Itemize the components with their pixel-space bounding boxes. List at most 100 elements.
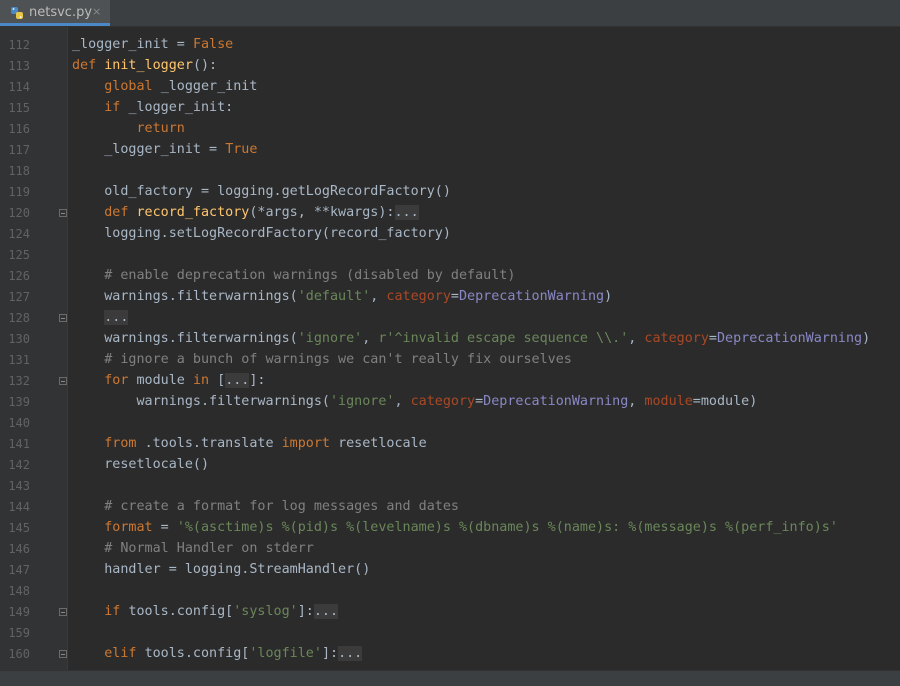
code-token: format	[104, 520, 153, 535]
code-line[interactable]: 146 # Normal Handler on stderr	[0, 540, 900, 561]
code-line[interactable]: 127 warnings.filterwarnings('default', c…	[0, 288, 900, 309]
line-number: 140	[8, 416, 30, 430]
code-token: tools.config[	[144, 646, 250, 661]
code-token: warnings.filterwarnings(	[72, 394, 330, 409]
fold-marker-icon[interactable]	[59, 377, 67, 385]
code-line[interactable]: 115 if _logger_init:	[0, 99, 900, 120]
code-token: )	[604, 289, 613, 304]
code-token: # ignore a bunch of warnings we can't re…	[104, 352, 572, 367]
code-token: r'^invalid escape sequence \\.'	[378, 331, 629, 346]
code-token: return	[136, 121, 185, 136]
code-token: import	[281, 436, 339, 451]
folded-code-placeholder[interactable]: ...	[338, 646, 363, 661]
code-line[interactable]: 118	[0, 162, 900, 183]
code-token: 'syslog'	[233, 604, 298, 619]
code-line[interactable]: 130 warnings.filterwarnings('ignore', r'…	[0, 330, 900, 351]
line-number: 148	[8, 584, 30, 598]
code-line[interactable]: 139 warnings.filterwarnings('ignore', ca…	[0, 393, 900, 414]
code-line[interactable]: 128 ...	[0, 309, 900, 330]
code-text: # ignore a bunch of warnings we can't re…	[72, 352, 572, 367]
code-text: elif tools.config['logfile']:...	[72, 646, 363, 661]
fold-marker-icon[interactable]	[59, 650, 67, 658]
code-token: DeprecationWarning	[483, 394, 629, 409]
line-number: 119	[8, 185, 30, 199]
code-line[interactable]: 114 global _logger_init	[0, 78, 900, 99]
code-token: from	[104, 436, 145, 451]
code-line[interactable]: 141 from .tools.translate import resetlo…	[0, 435, 900, 456]
code-text: format = '%(asctime)s %(pid)s %(levelnam…	[72, 520, 838, 535]
code-line[interactable]: 148	[0, 582, 900, 603]
code-token: =	[152, 520, 177, 535]
code-line[interactable]: 132 for module in [...]:	[0, 372, 900, 393]
folded-code-placeholder[interactable]: ...	[104, 310, 129, 325]
line-number: 132	[8, 374, 30, 388]
code-token: ]:	[297, 604, 314, 619]
code-line[interactable]: 131 # ignore a bunch of warnings we can'…	[0, 351, 900, 372]
code-token: _logger_init:	[128, 100, 234, 115]
code-token: ,	[394, 394, 411, 409]
fold-marker-icon[interactable]	[59, 608, 67, 616]
code-line[interactable]: 149 if tools.config['syslog']:...	[0, 603, 900, 624]
code-token: '%(asctime)s %(pid)s %(levelname)s %(dbn…	[176, 520, 838, 535]
code-token: warnings.filterwarnings(	[72, 331, 298, 346]
line-number: 120	[8, 206, 30, 220]
code-line[interactable]: 147 handler = logging.StreamHandler()	[0, 561, 900, 582]
code-line[interactable]: 119 old_factory = logging.getLogRecordFa…	[0, 183, 900, 204]
code-token: True	[225, 142, 258, 157]
code-text: warnings.filterwarnings('ignore', r'^inv…	[72, 331, 870, 346]
tab-netsvc-py[interactable]: netsvc.py ×	[0, 0, 110, 26]
code-line[interactable]: 112 _logger_init = False	[0, 36, 900, 57]
code-token: old_factory = logging.getLogRecordFactor…	[72, 184, 451, 199]
code-token: 'default'	[297, 289, 371, 304]
code-line[interactable]: 140	[0, 414, 900, 435]
code-line[interactable]: 116 return	[0, 120, 900, 141]
code-editor[interactable]: 112 _logger_init = False 113 def init_logge…	[0, 27, 900, 670]
horizontal-scrollbar[interactable]	[0, 670, 900, 686]
code-line[interactable]: 125	[0, 246, 900, 267]
folded-code-placeholder[interactable]: ...	[313, 604, 339, 619]
code-token: 'logfile'	[249, 646, 322, 661]
code-text: _logger_init = True	[72, 142, 257, 157]
line-number: 124	[8, 227, 30, 241]
fold-marker-icon[interactable]	[59, 314, 67, 322]
code-line[interactable]: 159	[0, 624, 900, 645]
code-text: from .tools.translate import resetlocale	[72, 436, 427, 451]
code-token: logging.setLogRecordFactory(record_facto…	[72, 226, 451, 241]
code-line[interactable]: 124 logging.setLogRecordFactory(record_f…	[0, 225, 900, 246]
line-number: 130	[8, 332, 30, 346]
code-token: ]:	[321, 646, 339, 661]
code-token: =module)	[692, 394, 758, 409]
code-text: def init_logger():	[72, 58, 217, 73]
code-line[interactable]: 144 # create a format for log messages a…	[0, 498, 900, 519]
fold-marker-icon[interactable]	[59, 209, 67, 217]
line-number: 146	[8, 542, 30, 556]
code-line[interactable]: 126 # enable deprecation warnings (disab…	[0, 267, 900, 288]
code-line[interactable]: 117 _logger_init = True	[0, 141, 900, 162]
code-token: category	[410, 394, 476, 409]
folded-code-placeholder[interactable]: ...	[225, 373, 250, 388]
code-line[interactable]: 145 format = '%(asctime)s %(pid)s %(leve…	[0, 519, 900, 540]
code-line[interactable]: 142 resetlocale()	[0, 456, 900, 477]
line-number: 149	[8, 605, 30, 619]
folded-code-placeholder[interactable]: ...	[394, 205, 419, 220]
line-number: 131	[8, 353, 30, 367]
code-token: 'ignore'	[297, 331, 363, 346]
line-number: 145	[8, 521, 30, 535]
line-number: 126	[8, 269, 30, 283]
code-token: if	[104, 100, 129, 115]
code-text: _logger_init = False	[72, 37, 233, 52]
code-token: warnings.filterwarnings(	[72, 289, 298, 304]
code-line[interactable]: 120 def record_factory(*args, **kwargs):…	[0, 204, 900, 225]
line-number: 147	[8, 563, 30, 577]
code-line[interactable]: 113 def init_logger():	[0, 57, 900, 78]
code-text: return	[72, 121, 185, 136]
code-text: for module in [...]:	[72, 373, 266, 388]
code-line[interactable]: 160 elif tools.config['logfile']:...	[0, 645, 900, 666]
code-text: warnings.filterwarnings('ignore', catego…	[72, 394, 757, 409]
code-line[interactable]: 143	[0, 477, 900, 498]
close-tab-icon[interactable]: ×	[92, 5, 101, 18]
